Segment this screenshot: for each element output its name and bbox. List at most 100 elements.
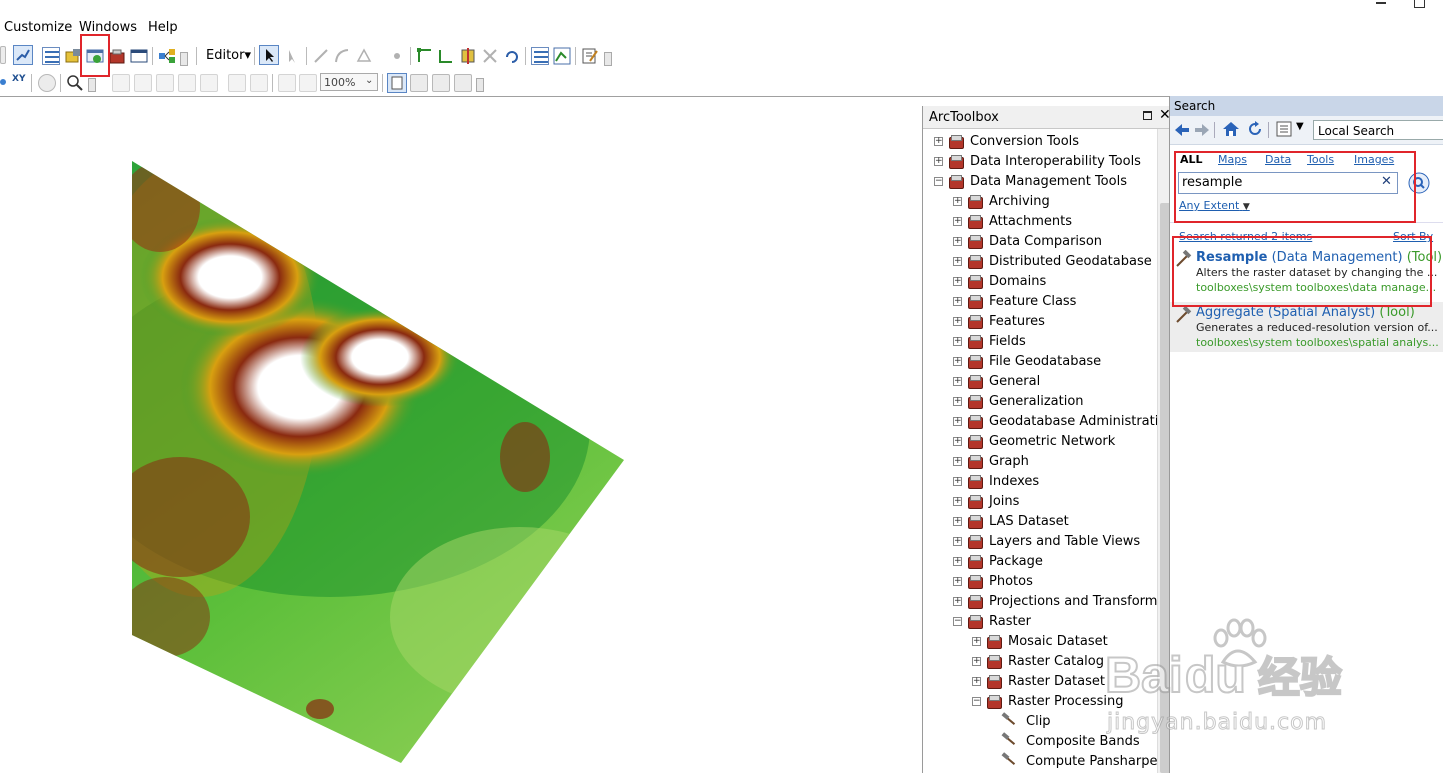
back-arrow-icon[interactable]: [1174, 122, 1190, 138]
sketch-properties-button[interactable]: [553, 47, 571, 65]
next-extent-button[interactable]: [299, 74, 317, 92]
collapse-icon[interactable]: −: [934, 177, 943, 186]
trace-button[interactable]: [355, 47, 373, 65]
edit-vertices-button[interactable]: [416, 47, 434, 65]
rotate-tool-button[interactable]: [503, 47, 521, 65]
tree-node[interactable]: + Features: [923, 312, 1157, 332]
model-builder-button[interactable]: [158, 47, 176, 65]
tree-node[interactable]: + Conversion Tools: [923, 132, 1157, 152]
zoom-dropdown-arrow[interactable]: [88, 78, 96, 92]
edit-annotation-button[interactable]: [284, 47, 302, 65]
toggle-draft-mode-button[interactable]: [387, 73, 407, 93]
zoom-whole-page-button[interactable]: [228, 74, 246, 92]
menu-windows[interactable]: Windows: [79, 20, 137, 35]
expand-icon[interactable]: +: [934, 137, 943, 146]
reshape-feature-button[interactable]: [437, 47, 455, 65]
search-scope-dropdown[interactable]: Local Search: [1313, 120, 1443, 140]
previous-extent-button[interactable]: [278, 74, 296, 92]
forward-arrow-icon[interactable]: [1194, 122, 1210, 138]
tree-node[interactable]: + Geodatabase Administration: [923, 412, 1175, 432]
tree-node[interactable]: + Projections and Transformat: [923, 592, 1171, 612]
tree-node[interactable]: + Graph: [923, 452, 1157, 472]
editor-overflow-arrow[interactable]: [604, 52, 612, 66]
expand-icon[interactable]: +: [953, 217, 962, 226]
python-window-button[interactable]: [130, 47, 148, 65]
map-view[interactable]: [0, 97, 922, 773]
attributes-button[interactable]: [531, 47, 549, 65]
expand-icon[interactable]: +: [953, 397, 962, 406]
layout-zoom-in-button[interactable]: [112, 74, 130, 92]
expand-icon[interactable]: +: [934, 157, 943, 166]
tree-node[interactable]: + Geometric Network: [923, 432, 1157, 452]
tree-node[interactable]: + Feature Class: [923, 292, 1157, 312]
endpoint-arc-button[interactable]: [333, 47, 351, 65]
tree-node[interactable]: + General: [923, 372, 1157, 392]
zoom-100-button[interactable]: [250, 74, 268, 92]
split-tool-button[interactable]: [481, 47, 499, 65]
tree-node[interactable]: + LAS Dataset: [923, 512, 1157, 532]
tree-node[interactable]: + Photos: [923, 572, 1157, 592]
cut-polygons-button[interactable]: [459, 47, 477, 65]
expand-icon[interactable]: +: [953, 337, 962, 346]
straight-segment-button[interactable]: [312, 47, 330, 65]
expand-icon[interactable]: +: [953, 437, 962, 446]
expand-icon[interactable]: +: [972, 677, 981, 686]
go-back-icon[interactable]: [0, 73, 6, 91]
layout-overflow-arrow[interactable]: [476, 78, 484, 92]
tree-node[interactable]: + Indexes: [923, 472, 1157, 492]
refresh-icon[interactable]: [1246, 120, 1264, 138]
tree-node[interactable]: + Data Comparison: [923, 232, 1157, 252]
menu-help[interactable]: Help: [148, 20, 178, 35]
editor-toolbar-button[interactable]: [13, 45, 33, 65]
expand-icon[interactable]: +: [972, 657, 981, 666]
collapse-icon[interactable]: −: [953, 617, 962, 626]
expand-icon[interactable]: +: [953, 297, 962, 306]
arctoolbox-button[interactable]: [108, 47, 126, 65]
tree-node[interactable]: + Layers and Table Views: [923, 532, 1157, 552]
expand-icon[interactable]: +: [953, 277, 962, 286]
result-name[interactable]: Aggregate: [1196, 305, 1264, 320]
table-of-contents-button[interactable]: [42, 47, 60, 65]
restore-icon[interactable]: [1414, 0, 1425, 8]
zoom-percent-combobox[interactable]: 100% ⌄: [320, 73, 378, 91]
layout-pan-button[interactable]: [156, 74, 174, 92]
data-driven-pages-button[interactable]: [454, 74, 472, 92]
layout-zoom-out-button[interactable]: [134, 74, 152, 92]
expand-icon[interactable]: +: [972, 637, 981, 646]
tree-node[interactable]: + Attachments: [923, 212, 1157, 232]
expand-icon[interactable]: +: [953, 197, 962, 206]
expand-icon[interactable]: +: [953, 497, 962, 506]
tree-node[interactable]: + Fields: [923, 332, 1157, 352]
create-features-button[interactable]: [581, 47, 599, 65]
identify-button[interactable]: [38, 74, 56, 92]
expand-icon[interactable]: +: [953, 597, 962, 606]
expand-icon[interactable]: +: [953, 517, 962, 526]
editor-menu[interactable]: Editor▾: [206, 48, 251, 63]
maximize-icon[interactable]: [1143, 111, 1152, 120]
point-button[interactable]: [388, 47, 406, 65]
expand-icon[interactable]: +: [953, 457, 962, 466]
tree-node[interactable]: − Data Management Tools: [923, 172, 1157, 192]
tree-node[interactable]: + File Geodatabase: [923, 352, 1157, 372]
layout-fixed-zoom-in-button[interactable]: [178, 74, 196, 92]
toolbar-overflow-arrow[interactable]: [180, 52, 188, 66]
tree-node[interactable]: + Data Interoperability Tools: [923, 152, 1157, 172]
tree-node[interactable]: + Generalization: [923, 392, 1157, 412]
expand-icon[interactable]: +: [953, 377, 962, 386]
expand-icon[interactable]: +: [953, 317, 962, 326]
expand-icon[interactable]: +: [953, 557, 962, 566]
minimize-icon[interactable]: [1376, 2, 1386, 4]
tree-node[interactable]: + Archiving: [923, 192, 1157, 212]
menu-customize[interactable]: Customize: [4, 20, 72, 35]
tree-node[interactable]: + Joins: [923, 492, 1157, 512]
edit-tool-button[interactable]: [259, 45, 279, 65]
collapse-icon[interactable]: −: [972, 697, 981, 706]
expand-icon[interactable]: +: [953, 257, 962, 266]
xy-go-to-icon[interactable]: XY: [12, 74, 25, 84]
expand-icon[interactable]: +: [953, 577, 962, 586]
focus-data-frame-button[interactable]: [410, 74, 428, 92]
change-layout-button[interactable]: [432, 74, 450, 92]
view-options-button[interactable]: ▼: [1276, 121, 1306, 139]
tree-node[interactable]: + Domains: [923, 272, 1157, 292]
tree-node[interactable]: + Package: [923, 552, 1157, 572]
